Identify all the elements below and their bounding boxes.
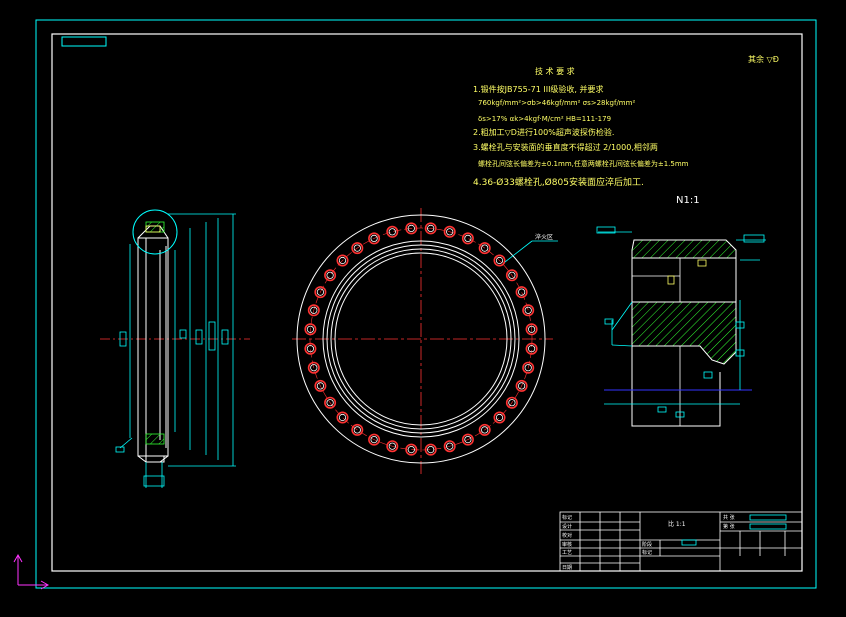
callout-label: 淬火区	[535, 233, 553, 241]
drawing-number-box	[61, 36, 107, 47]
bolt-hole-inner	[517, 288, 526, 296]
bolt-hole	[515, 286, 528, 299]
bolt-hole	[493, 411, 506, 424]
side-view-hatch-top	[145, 221, 165, 233]
bolt-hole	[386, 225, 399, 238]
side-view[interactable]	[100, 209, 250, 488]
title-block-label: 工艺	[562, 550, 572, 556]
title-block-left-labels: 标记 设计 校对 审核 工艺 日期	[562, 514, 572, 571]
requirement-line: 4.36-Ø33螺栓孔,Ø805安装面应淬后加工.	[473, 176, 644, 188]
bolt-hole	[336, 411, 349, 424]
ucs-axis-icon	[13, 553, 50, 590]
title-block-mark: 标记	[642, 549, 652, 556]
title-block-label: 校对	[562, 532, 572, 539]
bolt-hole-inner	[388, 228, 396, 236]
title-block-stage: 阶段	[642, 541, 652, 548]
bolt-hole-inner	[495, 413, 504, 422]
section-label: N1:1	[676, 195, 700, 206]
section-upper-hatch	[631, 239, 737, 259]
side-view-dimensions	[115, 213, 236, 488]
requirement-line: 螺栓孔间弦长偏差为±0.1mm,任意两螺栓孔间弦长偏差为±1.5mm	[478, 159, 689, 168]
requirement-line: 3.螺栓孔与安装面的垂直度不得超过 2/1000,相邻两	[473, 142, 658, 152]
title-block-scale: 比 1:1	[668, 520, 686, 528]
requirements-title: 技 术 要 求	[535, 66, 575, 76]
bolt-hole-inner	[353, 426, 361, 434]
title-block-label: 设计	[562, 523, 572, 530]
section-view[interactable]: N1:1	[596, 195, 766, 427]
side-view-hatch-bottom	[145, 433, 165, 445]
requirement-line: 2.粗加工▽D进行100%超声波探伤检验.	[473, 127, 614, 137]
title-block-sheet-number: 第 张	[723, 523, 735, 530]
bolt-hole-inner	[326, 271, 334, 279]
title-block-sheets-total: 共 张	[723, 514, 735, 521]
cad-drawing-canvas[interactable]: 其余 ▽Ð 技 术 要 求 1.锻件按JB755-71 III级验收, 并要求 …	[0, 0, 846, 617]
requirement-line: δs>17% αk>4kgf·M/cm² HB=111-179	[478, 115, 611, 123]
bolt-hole	[351, 423, 364, 436]
front-view-ring[interactable]: 淬火区	[292, 208, 558, 474]
roughness-note: 其余 ▽Ð	[748, 54, 779, 64]
title-block-label: 标记	[562, 514, 572, 521]
requirements-list: 1.锻件按JB755-71 III级验收, 并要求 760kgf/mm²>σb>…	[473, 84, 689, 188]
title-block-label: 日期	[562, 565, 572, 571]
requirement-line: 760kgf/mm²>σb>46kgf/mm² σs>28kgf/mm²	[478, 99, 635, 107]
bolt-hole	[461, 232, 474, 245]
bolt-hole	[324, 269, 337, 282]
section-lower-hatch	[631, 301, 737, 365]
bolt-hole-inner	[338, 413, 347, 422]
requirement-line: 1.锻件按JB755-71 III级验收, 并要求	[473, 84, 604, 94]
title-block-label: 审核	[562, 541, 572, 548]
bolt-hole-inner	[464, 234, 472, 242]
